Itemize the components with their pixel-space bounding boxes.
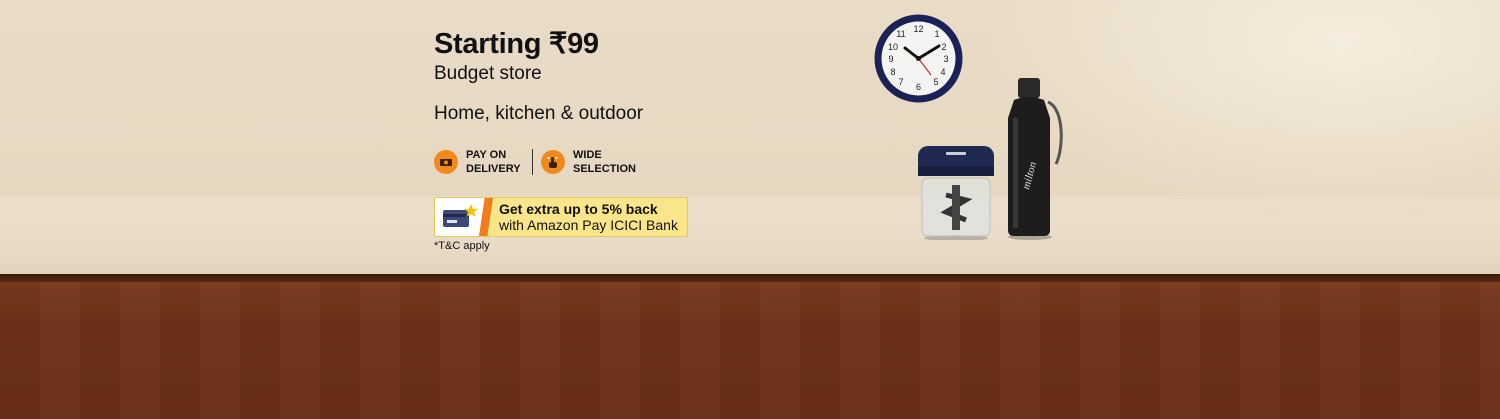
shelf-surface bbox=[0, 196, 1500, 276]
banner-category: Home, kitchen & outdoor bbox=[434, 103, 644, 124]
badge-label: PAY ON DELIVERY bbox=[466, 149, 521, 175]
svg-text:6: 6 bbox=[916, 82, 921, 92]
svg-text:8: 8 bbox=[890, 67, 895, 77]
cabinet-front bbox=[0, 282, 1500, 419]
chopper-jar-image bbox=[918, 146, 994, 240]
svg-text:7: 7 bbox=[898, 77, 903, 87]
promo-banner[interactable]: Starting ₹99 Budget store Home, kitchen … bbox=[0, 0, 1500, 419]
svg-text:9: 9 bbox=[888, 54, 893, 64]
badge-wide-selection: WIDE SELECTION bbox=[541, 148, 636, 176]
wall-clock-image: 12 12 3 45 6 78 9 10 11 bbox=[874, 14, 963, 103]
water-bottle-image: milton bbox=[1008, 78, 1063, 240]
svg-text:11: 11 bbox=[896, 29, 905, 39]
credit-card-icon bbox=[435, 198, 487, 236]
offer-line1: Get extra up to 5% back bbox=[499, 201, 658, 217]
bank-offer-strip[interactable]: Get extra up to 5% back with Amazon Pay … bbox=[434, 197, 688, 237]
svg-text:12: 12 bbox=[913, 24, 923, 34]
svg-text:2: 2 bbox=[941, 42, 946, 52]
feature-badges: PAY ON DELIVERY WIDE SELECTION bbox=[434, 148, 636, 176]
badge-divider bbox=[532, 149, 533, 175]
offer-text: Get extra up to 5% back with Amazon Pay … bbox=[499, 201, 678, 233]
banner-subtitle: Budget store bbox=[434, 63, 542, 84]
svg-text:10: 10 bbox=[888, 42, 898, 52]
svg-text:1: 1 bbox=[934, 29, 939, 39]
badge-pay-on-delivery: PAY ON DELIVERY bbox=[434, 148, 522, 176]
badge-label: WIDE SELECTION bbox=[573, 149, 636, 175]
cash-delivery-icon bbox=[434, 150, 458, 174]
banner-headline: Starting ₹99 bbox=[434, 28, 599, 60]
svg-text:5: 5 bbox=[933, 77, 938, 87]
hand-pointer-icon bbox=[541, 150, 565, 174]
terms-text: *T&C apply bbox=[434, 240, 490, 252]
svg-text:3: 3 bbox=[943, 54, 948, 64]
offer-line2: with Amazon Pay ICICI Bank bbox=[499, 217, 678, 233]
svg-text:4: 4 bbox=[940, 67, 945, 77]
shelf-edge bbox=[0, 274, 1500, 282]
